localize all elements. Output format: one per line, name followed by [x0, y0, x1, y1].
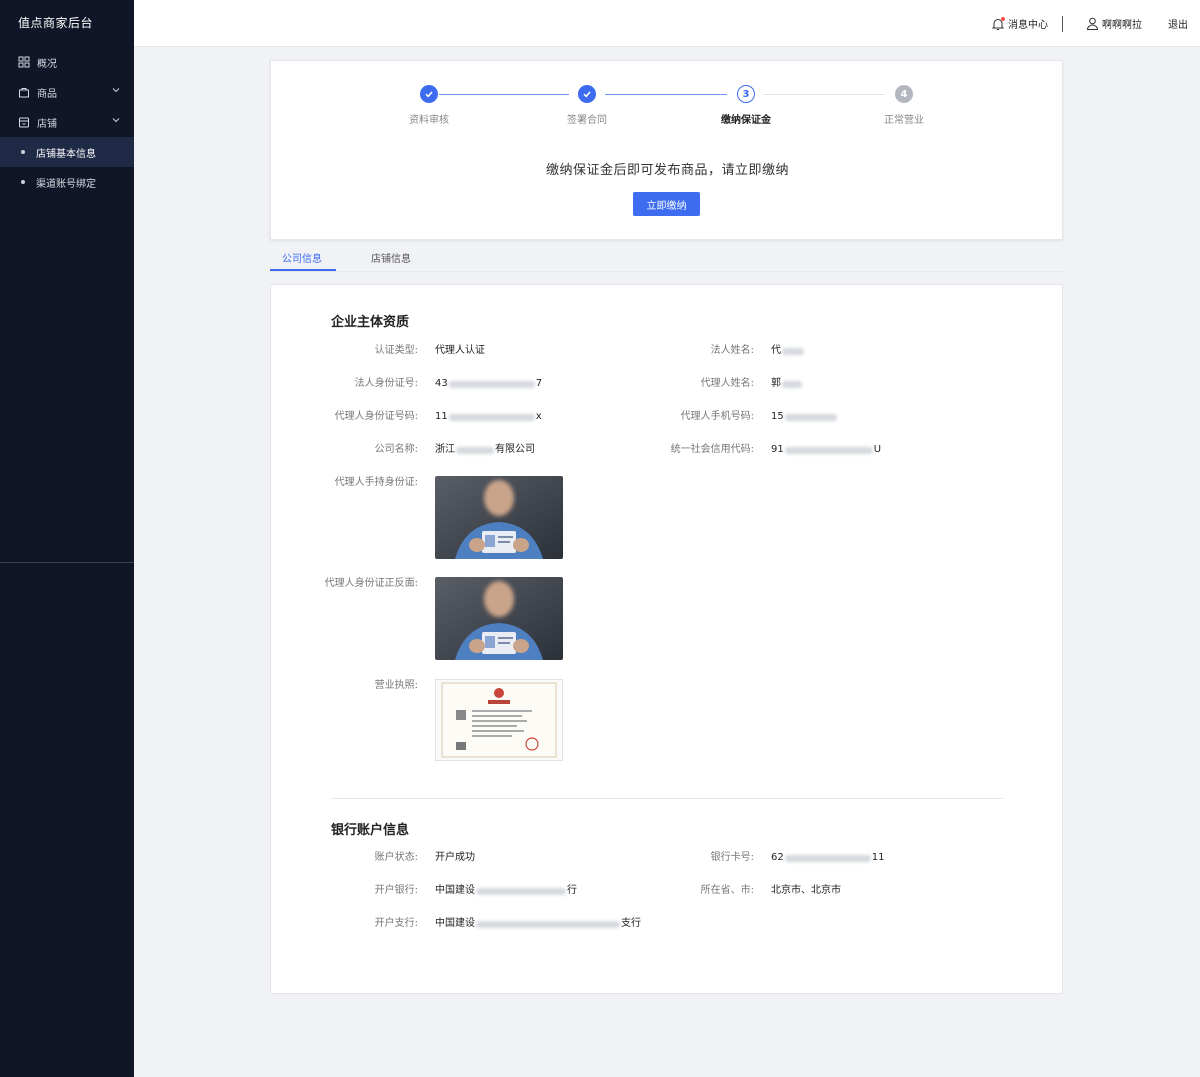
sidebar-subitem-label: 店铺基本信息 — [36, 148, 96, 160]
step-normal-operation: 4 正常营业 — [864, 85, 944, 126]
bank-name-label: 开户银行: — [374, 885, 418, 896]
section-title-qualification: 企业主体资质 — [331, 315, 410, 330]
legal-id-label: 法人身份证号: — [354, 378, 418, 389]
bank-name-value: 中国建设行 — [435, 885, 577, 896]
legal-name-value: 代 — [771, 344, 805, 358]
pay-now-button[interactable]: 立即缴纳 — [633, 192, 700, 216]
sidebar-item-overview[interactable]: 概况 — [0, 47, 134, 77]
logout-link[interactable]: 退出 — [1168, 16, 1188, 31]
account-status-value: 开户成功 — [435, 852, 475, 863]
app-title: 值点商家后台 — [18, 16, 94, 30]
hand-id-label: 代理人手持身份证: — [334, 477, 418, 488]
agent-phone-label: 代理人手机号码: — [680, 411, 754, 422]
sidebar-item-products[interactable]: 商品 — [0, 77, 134, 107]
step-pay-deposit: 3 缴纳保证金 — [706, 85, 786, 126]
region-value: 北京市、北京市 — [771, 885, 841, 896]
region-label: 所在省、市: — [700, 885, 754, 896]
user-icon — [1086, 17, 1099, 30]
company-info-card: 企业主体资质 认证类型: 代理人认证 法人姓名: 代 法人身份证号: 43 7 代… — [270, 284, 1063, 994]
username: 啊啊啊拉 — [1102, 20, 1142, 31]
section-divider — [331, 798, 1003, 799]
step-number: 3 — [737, 85, 755, 103]
company-name-value: 浙江 有限公司 — [435, 444, 535, 455]
id-card-photo[interactable] — [435, 577, 563, 660]
section-title-bank: 银行账户信息 — [331, 823, 410, 838]
bell-icon — [991, 16, 1005, 31]
business-license-image[interactable] — [435, 679, 563, 761]
step-label: 资料审核 — [409, 115, 449, 126]
agent-id-label: 代理人身份证号码: — [334, 411, 418, 422]
notification-dot — [1001, 16, 1005, 21]
agent-phone-value: 15 — [771, 410, 838, 424]
sidebar: 值点商家后台 概况 商品 店铺 店铺基本信息 渠道账号绑定 — [0, 0, 134, 1077]
sidebar-subitem-label: 渠道账号绑定 — [36, 178, 96, 190]
check-icon — [578, 85, 596, 103]
tab-company-info[interactable]: 公司信息 — [282, 250, 322, 265]
store-icon — [18, 116, 30, 128]
sidebar-item-label: 概况 — [37, 58, 57, 70]
chevron-up-icon — [112, 116, 120, 127]
sidebar-divider — [0, 562, 134, 563]
bag-icon — [18, 86, 30, 98]
sidebar-item-store-info[interactable]: 店铺基本信息 — [0, 137, 134, 167]
step-number: 4 — [895, 85, 913, 103]
step-sign-contract: 签署合同 — [547, 85, 627, 126]
chevron-down-icon — [112, 86, 120, 97]
info-tabs: 公司信息 店铺信息 — [270, 240, 1063, 272]
step-document-review: 资料审核 — [389, 85, 469, 126]
hand-held-id-photo[interactable] — [435, 476, 563, 559]
sidebar-item-store[interactable]: 店铺 — [0, 107, 134, 137]
branch-label: 开户支行: — [374, 918, 418, 929]
id-both-sides-label: 代理人身份证正反面: — [324, 578, 418, 589]
user-menu[interactable]: 啊啊啊拉 — [1086, 16, 1142, 31]
bank-card-label: 银行卡号: — [710, 852, 754, 863]
cert-type-label: 认证类型: — [374, 345, 418, 356]
business-license-label: 营业执照: — [374, 680, 418, 691]
branch-value: 中国建设 支行 — [435, 918, 641, 929]
cert-type-value: 代理人认证 — [435, 345, 485, 356]
step-label: 正常营业 — [884, 115, 924, 126]
active-tab-indicator — [270, 269, 336, 271]
deposit-notice: 缴纳保证金后即可发布商品，请立即缴纳 — [545, 163, 789, 178]
sidebar-item-channel-binding[interactable]: 渠道账号绑定 — [0, 167, 134, 197]
header-divider — [1062, 15, 1063, 32]
top-bar: 消息中心 啊啊啊拉 退出 — [134, 0, 1200, 47]
step-label: 缴纳保证金 — [721, 115, 771, 126]
messages-link[interactable]: 消息中心 — [991, 16, 1048, 31]
bank-card-value: 62 11 — [771, 852, 885, 863]
sidebar-item-label: 店铺 — [37, 118, 57, 130]
onboarding-steps-card: 资料审核 签署合同 3 缴纳保证金 4 正常营业 缴纳保证金后即可发布商品，请立… — [270, 60, 1063, 240]
messages-label: 消息中心 — [1008, 20, 1048, 31]
account-status-label: 账户状态: — [374, 852, 418, 863]
company-name-label: 公司名称: — [374, 444, 418, 455]
agent-name-value: 郭 — [771, 377, 803, 391]
legal-name-label: 法人姓名: — [710, 345, 754, 356]
step-label: 签署合同 — [567, 115, 607, 126]
credit-code-value: 91 U — [771, 444, 882, 455]
sidebar-item-label: 商品 — [37, 88, 57, 100]
check-icon — [420, 85, 438, 103]
legal-id-value: 43 7 — [435, 378, 543, 389]
agent-name-label: 代理人姓名: — [700, 378, 754, 389]
agent-id-value: 11 x — [435, 411, 542, 422]
credit-code-label: 统一社会信用代码: — [670, 444, 754, 455]
tab-store-info[interactable]: 店铺信息 — [371, 250, 411, 265]
dashboard-icon — [18, 56, 30, 68]
